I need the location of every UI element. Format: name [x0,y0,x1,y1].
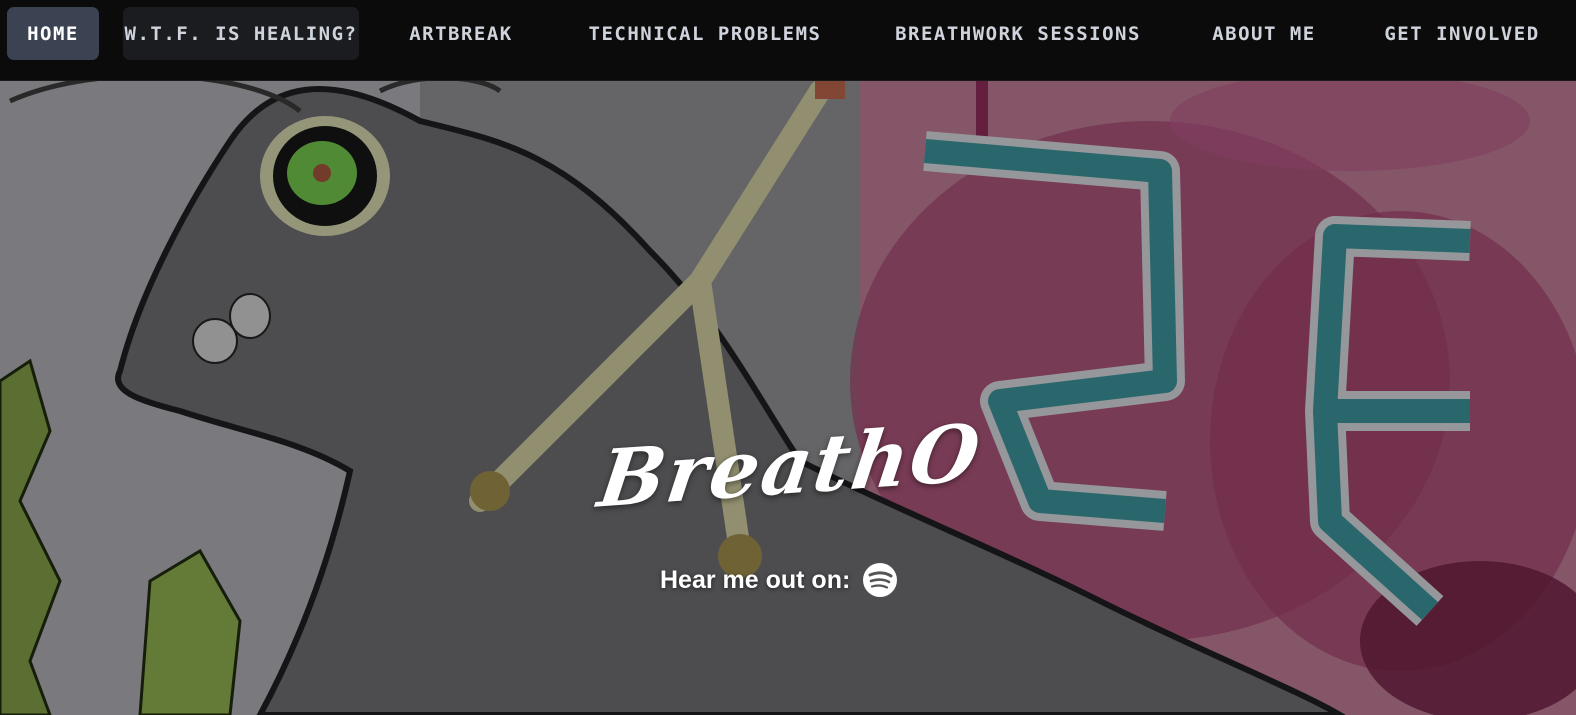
nav-get-involved[interactable]: GET INVOLVED [1364,7,1560,60]
nav-home[interactable]: HOME [7,7,99,60]
hero-banner: BreathO Hear me out on: [0,81,1576,715]
hero-dim-overlay [0,81,1576,715]
nav-artbreak[interactable]: ARTBREAK [384,7,538,60]
top-navigation: HOME W.T.F. IS HEALING? ARTBREAK TECHNIC… [0,0,1576,81]
listen-label: Hear me out on: [660,565,851,594]
spotify-icon[interactable] [862,562,898,598]
nav-wtf-is-healing[interactable]: W.T.F. IS HEALING? [123,7,359,60]
nav-about-me[interactable]: ABOUT ME [1190,7,1338,60]
listen-row: Hear me out on: [660,560,898,600]
nav-breathwork-sessions[interactable]: BREATHWORK SESSIONS [872,7,1164,60]
nav-technical-problems[interactable]: TECHNICAL PROBLEMS [565,7,845,60]
